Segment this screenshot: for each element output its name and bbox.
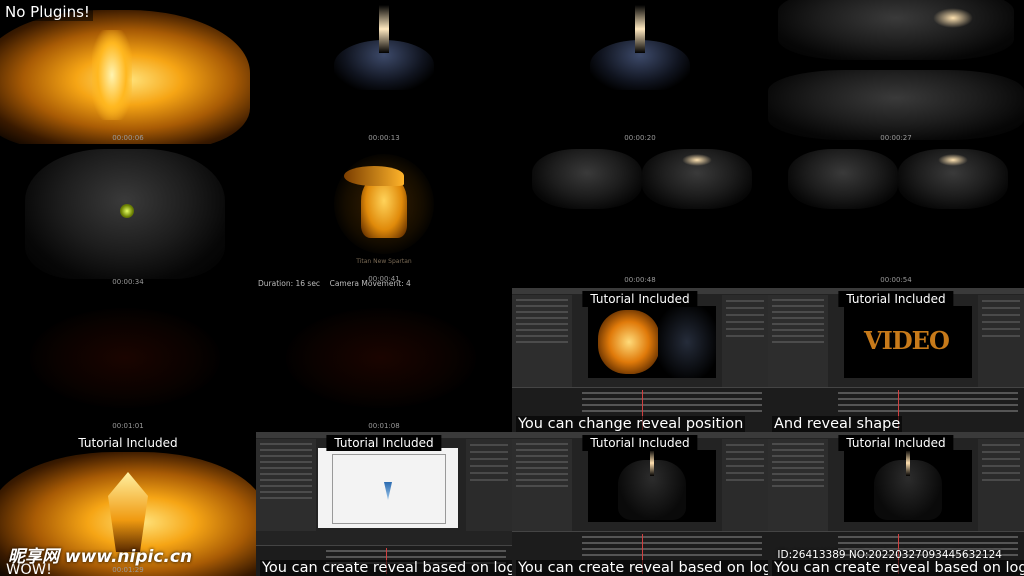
frame-timestamp: 00:00:48 <box>624 276 656 284</box>
effects-panel <box>722 295 768 387</box>
frame-caption: And reveal shape <box>772 416 903 432</box>
effects-panel <box>978 295 1024 387</box>
frame-timestamp: 00:00:13 <box>368 134 400 142</box>
rim-light <box>635 5 645 53</box>
frame-caption: You can create reveal based on logo <box>516 560 768 576</box>
frame-1: 00:00:06 <box>0 0 256 144</box>
tutorial-badge: Tutorial Included <box>838 435 954 451</box>
effects-panel <box>466 439 512 531</box>
effects-panel <box>978 439 1024 531</box>
highlight <box>682 154 712 166</box>
frame-timestamp: 00:00:54 <box>880 276 912 284</box>
frame-caption: You can change reveal position <box>516 416 746 432</box>
frame-6: Titan New Spartan Duration: 16 sec Camer… <box>256 144 512 288</box>
frame-8: 00:00:54 <box>768 144 1024 288</box>
rim-light <box>906 450 910 476</box>
tutorial-badge: Tutorial Included <box>582 435 698 451</box>
after-effects-window <box>512 288 768 432</box>
after-effects-window <box>512 432 768 576</box>
dark-texture <box>658 306 716 378</box>
plume <box>344 166 404 186</box>
composition-viewer <box>588 450 716 522</box>
frame-9: 00:01:01 <box>0 288 256 432</box>
eye-glint <box>120 204 134 218</box>
frame-timestamp: 00:00:27 <box>880 134 912 142</box>
metal-surface-top <box>778 0 1014 60</box>
frame-14: Tutorial Included You can create reveal … <box>256 432 512 576</box>
frame-timestamp: 00:00:41 <box>368 275 400 283</box>
helmet-fragment-left <box>532 149 642 209</box>
tutorial-badge: Tutorial Included <box>326 435 442 451</box>
rim-light <box>379 5 389 53</box>
dark-ember-scene <box>30 308 220 408</box>
frame-7: 00:00:48 <box>512 144 768 288</box>
frame-timestamp: 00:01:08 <box>368 422 400 430</box>
highlight <box>938 154 968 166</box>
frame-10: 00:01:08 <box>256 288 512 432</box>
frame-caption: You can create reveal based on logo <box>260 560 512 576</box>
project-panel <box>512 439 572 531</box>
frame-5: 00:00:34 <box>0 144 256 288</box>
after-effects-window: VIDEO <box>768 288 1024 432</box>
composition-viewer <box>844 450 972 522</box>
helmet-fragment-left <box>788 149 898 209</box>
viewer-logo-text: VIDEO <box>864 326 950 355</box>
tutorial-badge: Tutorial Included <box>582 291 698 307</box>
frame-4: 00:00:27 <box>768 0 1024 144</box>
logo-text: Titan New Spartan <box>356 258 412 265</box>
glowing-shield-logo <box>598 310 660 374</box>
frame-3: 00:00:20 <box>512 0 768 144</box>
after-effects-window <box>256 432 512 576</box>
composition-viewer <box>588 306 716 378</box>
frame-11: Tutorial Included You can change reveal … <box>512 288 768 432</box>
helmet-ridge <box>92 30 132 120</box>
frame-15: Tutorial Included You can create reveal … <box>512 432 768 576</box>
frame-caption: You can create reveal based on logo <box>772 560 1024 576</box>
project-panel <box>768 295 828 387</box>
image-id-label: ID:26413389 NO:20220327093445632124 <box>777 549 1002 561</box>
specular-highlight <box>933 8 973 28</box>
composition-viewer: VIDEO <box>844 306 972 378</box>
frame-timestamp: 00:01:29 <box>112 566 144 574</box>
project-panel <box>256 439 316 531</box>
effects-panel <box>722 439 768 531</box>
frame-timestamp: 00:00:20 <box>624 134 656 142</box>
project-panel <box>768 439 828 531</box>
frame-timestamp: 00:01:01 <box>112 422 144 430</box>
frame-2: 00:00:13 <box>256 0 512 144</box>
tutorial-badge: Tutorial Included <box>838 291 954 307</box>
metal-surface-bottom <box>768 70 1024 140</box>
project-panel <box>512 295 572 387</box>
frame-timestamp: 00:00:06 <box>112 134 144 142</box>
page-title: No Plugins! <box>2 3 93 21</box>
dark-ember-scene <box>286 308 476 408</box>
composition-viewer <box>318 448 458 528</box>
rim-light <box>650 450 654 476</box>
frame-timestamp: 00:00:34 <box>112 278 144 286</box>
contact-sheet-grid: 00:00:06 00:00:13 00:00:20 00:00:27 00:0… <box>0 0 1024 576</box>
tutorial-badge: Tutorial Included <box>70 435 186 451</box>
frame-12: VIDEO Tutorial Included And reveal shape <box>768 288 1024 432</box>
site-watermark: 昵享网 www.nipic.cn <box>8 547 193 567</box>
